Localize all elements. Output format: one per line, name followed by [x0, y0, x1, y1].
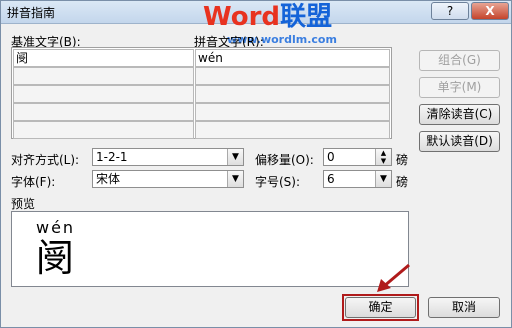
size-unit: 磅 [396, 175, 409, 189]
clear-reading-button[interactable]: 清除读音(C) [419, 104, 500, 125]
ruby-cell-4[interactable] [195, 103, 390, 121]
ok-button[interactable]: 确定 [345, 297, 416, 318]
ruby-cell-3[interactable] [195, 85, 390, 103]
spinner-arrows-icon[interactable]: ▲ ▼ [375, 149, 391, 165]
offset-unit: 磅 [396, 153, 409, 167]
preview-character: 阌 [36, 236, 75, 280]
offset-spinner[interactable]: 0 ▲ ▼ [323, 148, 392, 166]
base-cell-2[interactable] [13, 67, 194, 85]
ruby-cell-1[interactable]: wén [195, 49, 390, 67]
phonetic-guide-dialog: 拼音指南 ? X Word联盟 www.wordlm.com 基准文字(B): … [0, 0, 512, 328]
alignment-label: 对齐方式(L): [11, 153, 80, 167]
base-cell-4[interactable] [13, 103, 194, 121]
watermark-lianmeng: 联盟 [280, 2, 333, 32]
offset-value: 0 [327, 150, 335, 164]
chevron-down-icon[interactable]: ▼ [227, 171, 243, 187]
default-reading-button[interactable]: 默认读音(D) [419, 131, 500, 152]
close-button[interactable]: X [471, 2, 509, 20]
help-button[interactable]: ? [431, 2, 469, 20]
watermark-word: Word [203, 2, 281, 32]
alignment-select[interactable]: 1-2-1 ▼ [92, 148, 244, 166]
ruby-cell-5[interactable] [195, 121, 390, 139]
watermark-logo: Word联盟 [203, 3, 332, 31]
base-cell-5[interactable] [13, 121, 194, 139]
phonetic-grid: 阌 wén [11, 47, 392, 139]
base-cell-3[interactable] [13, 85, 194, 103]
chevron-down-icon[interactable]: ▼ [375, 171, 391, 187]
red-arrow-annotation [377, 263, 410, 292]
offset-label: 偏移量(O): [255, 153, 314, 167]
preview-label: 预览 [11, 197, 36, 211]
base-cell-1[interactable]: 阌 [13, 49, 194, 67]
cancel-button[interactable]: 取消 [428, 297, 500, 318]
font-select[interactable]: 宋体 ▼ [92, 170, 244, 188]
size-select[interactable]: 6 ▼ [323, 170, 392, 188]
chevron-down-icon[interactable]: ▼ [227, 149, 243, 165]
ruby-cell-2[interactable] [195, 67, 390, 85]
size-label: 字号(S): [255, 175, 301, 189]
group-button[interactable]: 组合(G) [419, 50, 500, 71]
alignment-value: 1-2-1 [96, 150, 128, 164]
font-value: 宋体 [96, 172, 121, 186]
size-value: 6 [327, 172, 335, 186]
preview-box: wén 阌 [11, 211, 409, 287]
font-label: 字体(F): [11, 175, 56, 189]
mono-button[interactable]: 单字(M) [419, 77, 500, 98]
dialog-title: 拼音指南 [7, 6, 56, 20]
